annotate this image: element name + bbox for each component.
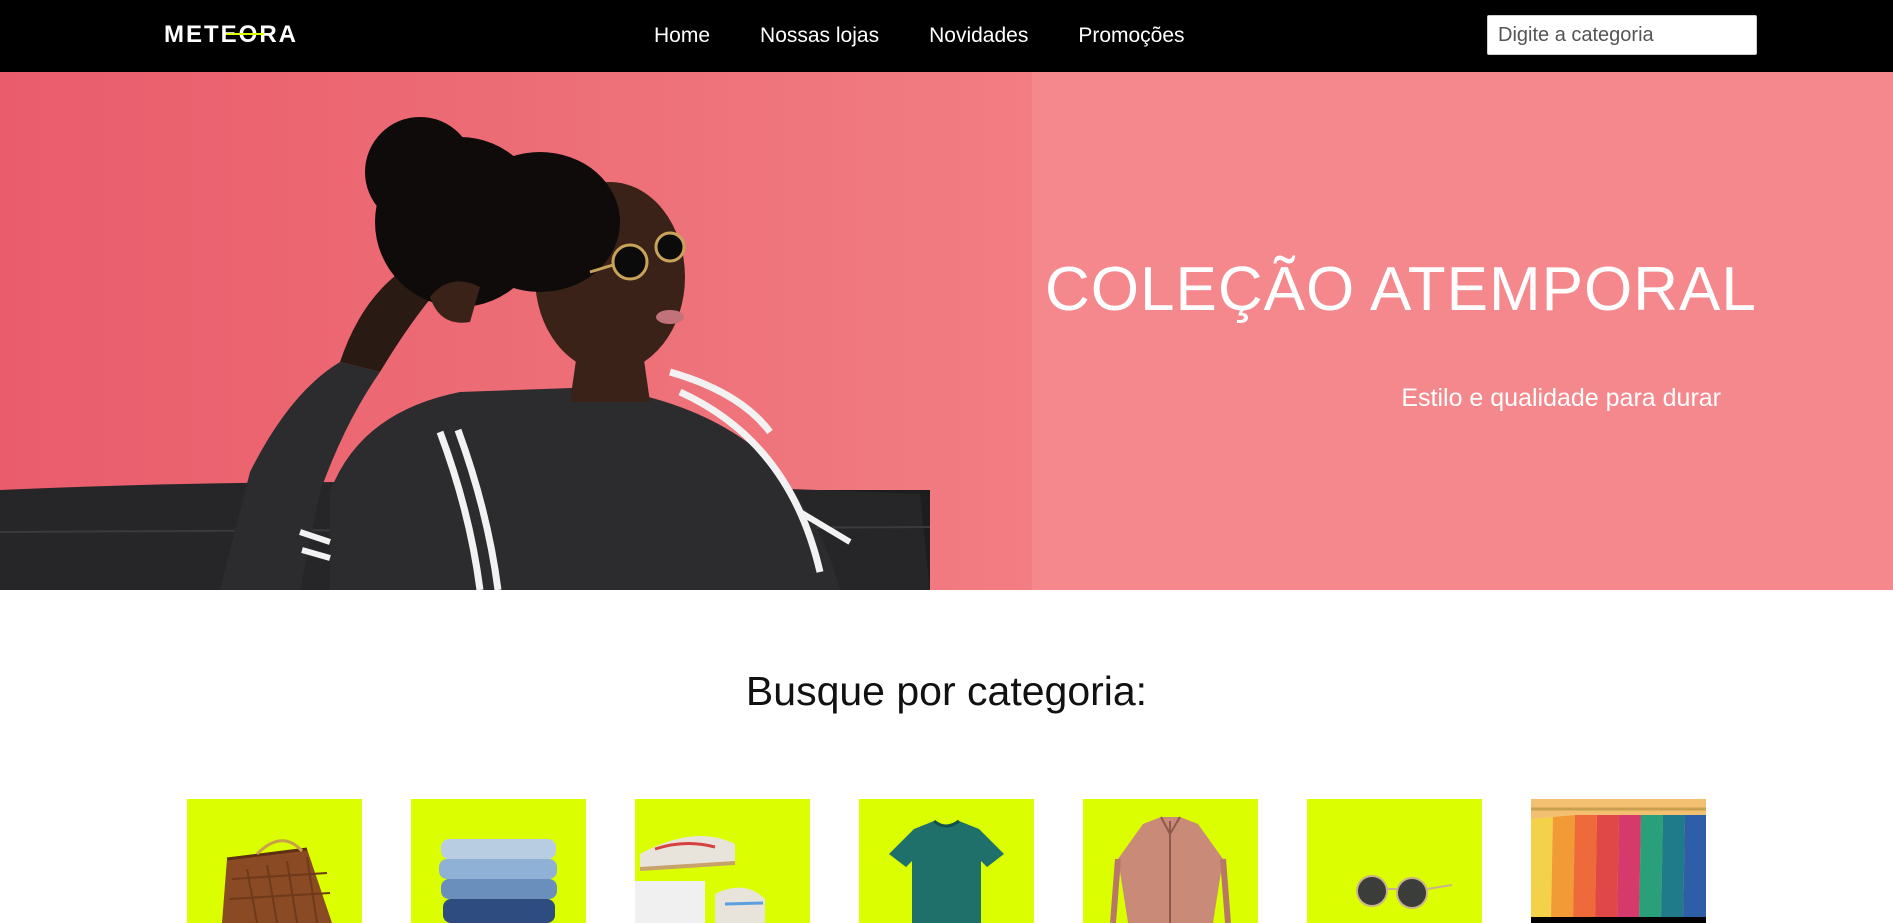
category-card-sneakers[interactable] <box>635 799 810 923</box>
category-card-jackets[interactable] <box>1083 799 1258 923</box>
hero-title: COLEÇÃO ATEMPORAL <box>1045 255 1757 324</box>
hero-photo <box>0 72 1032 590</box>
category-card-tshirts[interactable] <box>859 799 1034 923</box>
nav-link-novidades[interactable]: Novidades <box>929 22 1028 50</box>
category-search-input[interactable] <box>1487 15 1757 55</box>
hero-subtitle: Estilo e qualidade para durar <box>1401 384 1721 412</box>
category-card-bags[interactable] <box>187 799 362 923</box>
meteora-logo[interactable]: METEORA <box>164 18 324 48</box>
nav-link-promocoes[interactable]: Promoções <box>1078 22 1184 50</box>
sneakers-icon <box>635 836 765 923</box>
category-card-sunglasses[interactable] <box>1307 799 1482 923</box>
nav-link-nossas-lojas[interactable]: Nossas lojas <box>760 22 879 50</box>
tshirt-icon <box>889 819 1004 923</box>
hero-banner: COLEÇÃO ATEMPORAL Estilo e qualidade par… <box>0 72 1893 590</box>
nav-link-home[interactable]: Home <box>654 22 710 50</box>
bag-icon <box>222 839 332 923</box>
main-nav: Home Nossas lojas Novidades Promoções <box>654 22 1185 50</box>
logo-icon: METEORA <box>164 21 296 48</box>
jacket-icon <box>1110 816 1231 923</box>
category-heading: Busque por categoria: <box>745 668 1148 714</box>
top-navbar: METEORA Home Nossas lojas Novidades Prom… <box>0 0 1893 72</box>
sunglasses-icon <box>1356 875 1453 909</box>
clothes-rack-icon <box>1531 799 1706 923</box>
jeans-icon <box>439 839 557 923</box>
category-card-jeans[interactable] <box>411 799 586 923</box>
category-card-clothes[interactable] <box>1531 799 1706 923</box>
category-list <box>187 799 1706 923</box>
